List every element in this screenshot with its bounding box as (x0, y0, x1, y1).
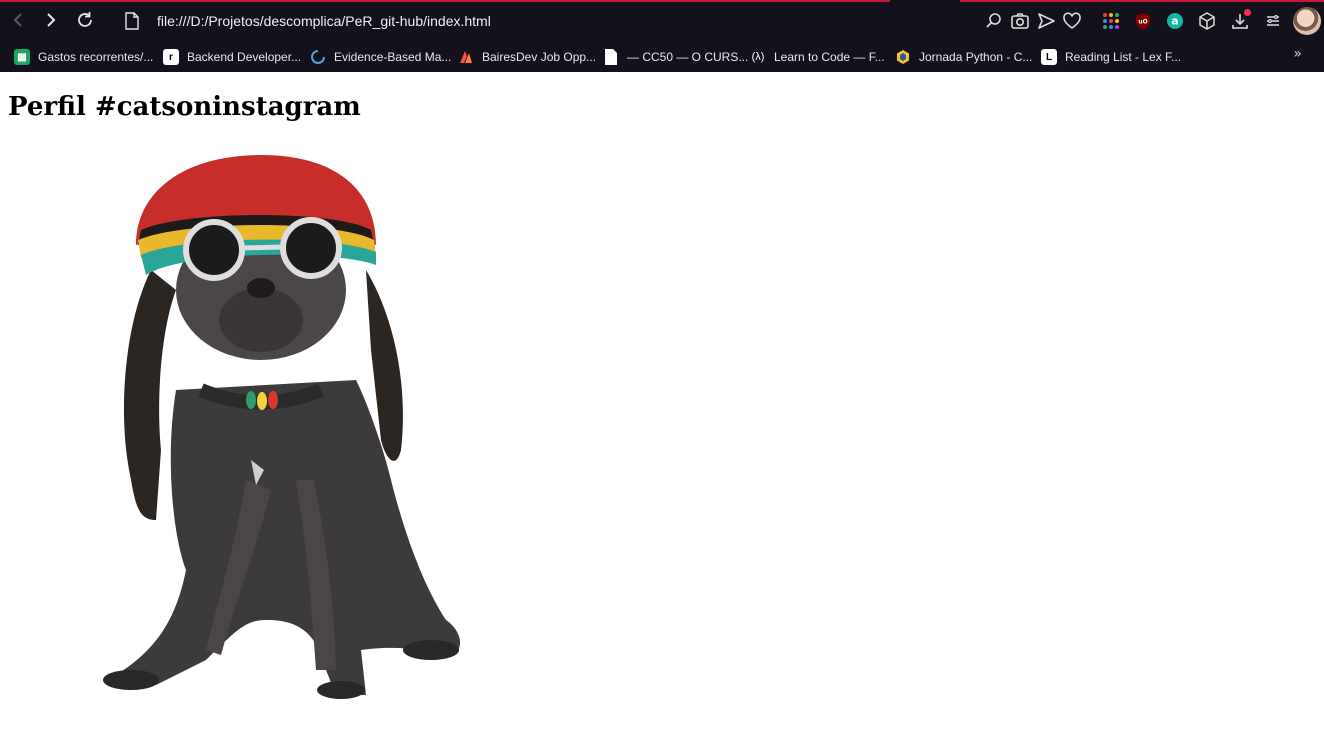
heart-icon[interactable] (1060, 9, 1084, 33)
apps-grid-icon[interactable] (1099, 9, 1123, 33)
bookmark-label: — CC50 — O CURS... (627, 50, 749, 64)
cube-icon[interactable] (1195, 9, 1219, 33)
bookmark-item[interactable]: Evidence-Based Ma... (310, 47, 451, 67)
notification-dot (1244, 9, 1251, 16)
profile-photo (103, 155, 461, 699)
circle-logo-icon (310, 49, 326, 65)
file-icon (125, 12, 139, 30)
forward-button[interactable] (40, 9, 62, 31)
page-title: Perfil #catsoninstagram (8, 92, 361, 122)
avatar[interactable] (1293, 7, 1321, 35)
extension-a-icon[interactable]: a (1163, 9, 1187, 33)
tab-strip-accent-right (960, 0, 1324, 2)
bookmark-label: Gastos recorrentes/... (38, 50, 154, 64)
browser-toolbar: file:///D:/Projetos/descomplica/PeR_git-… (0, 0, 1324, 42)
document-icon (603, 49, 619, 65)
reload-icon (78, 12, 92, 27)
send-icon[interactable] (1034, 9, 1058, 33)
bookmarks-overflow-button[interactable]: » (1293, 46, 1302, 62)
bookmark-item[interactable]: (λ) Learn to Code — F... (750, 47, 885, 67)
freecodecamp-icon: (λ) (751, 51, 765, 63)
python-hex-icon (895, 49, 911, 65)
bookmarks-bar: ▦ Gastos recorrentes/... r Backend Devel… (0, 42, 1324, 72)
bookmark-label: Learn to Code — F... (774, 50, 885, 64)
search-icon[interactable] (982, 9, 1006, 33)
bookmark-label: BairesDev Job Opp... (482, 50, 597, 64)
bookmark-item[interactable]: BairesDev Job Opp... (458, 47, 596, 67)
bookmark-item[interactable]: L Reading List - Lex F... (1041, 47, 1181, 67)
svg-text:uO: uO (1138, 19, 1147, 26)
bookmark-label: Evidence-Based Ma... (334, 50, 452, 64)
bookmark-item[interactable]: Jornada Python - C... (895, 47, 1032, 67)
address-bar[interactable]: file:///D:/Projetos/descomplica/PeR_git-… (157, 11, 491, 31)
back-button[interactable] (7, 9, 29, 31)
bookmark-label: Reading List - Lex F... (1065, 50, 1182, 64)
sheets-icon: ▦ (14, 49, 30, 65)
bookmark-item[interactable]: ▦ Gastos recorrentes/... (14, 47, 153, 67)
bookmark-label: Jornada Python - C... (919, 50, 1033, 64)
bookmark-label: Backend Developer... (187, 50, 302, 64)
tab-strip-accent (0, 0, 890, 2)
chevron-left-icon (13, 13, 22, 27)
reload-button[interactable] (74, 9, 96, 31)
bookmark-item[interactable]: — CC50 — O CURS... (603, 47, 748, 67)
chevron-right-icon (47, 13, 56, 27)
ublock-icon[interactable]: uO (1131, 9, 1155, 33)
bookmark-item[interactable]: r Backend Developer... (163, 47, 301, 67)
svg-text:a: a (1171, 15, 1178, 28)
bairesdev-icon (458, 49, 474, 65)
r-logo-icon: r (163, 49, 179, 65)
camera-icon[interactable] (1008, 9, 1032, 33)
menu-icon[interactable] (1261, 9, 1285, 33)
l-logo-icon: L (1041, 49, 1057, 65)
